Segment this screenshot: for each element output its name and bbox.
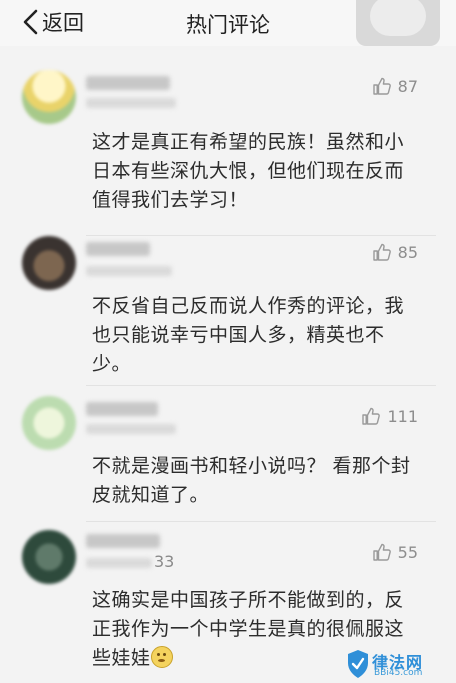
comment-list: 87 这才是真正有希望的民族！虽然和小日本有些深仇大恨，但他们现在反而值得我们去… <box>0 46 456 682</box>
like-count: 55 <box>397 542 418 562</box>
username[interactable] <box>86 534 160 548</box>
avatar[interactable] <box>22 396 76 450</box>
thumbs-up-icon <box>372 77 391 95</box>
avatar[interactable] <box>22 70 76 124</box>
comment-text: 不就是漫画书和轻小说吗？ 看那个封皮就知道了。 <box>92 455 411 506</box>
thumbs-up-icon <box>362 407 381 425</box>
thumbs-up-icon <box>372 543 391 561</box>
shield-icon <box>348 650 368 678</box>
like-count: 111 <box>387 406 418 426</box>
like-button[interactable]: 87 <box>372 76 418 96</box>
like-button[interactable]: 111 <box>361 406 418 426</box>
navigation-bar: 返回 热门评论 <box>0 0 456 46</box>
user-meta-number: 33 <box>154 552 175 571</box>
user-meta <box>86 266 172 276</box>
like-button[interactable]: 85 <box>372 242 418 262</box>
user-meta <box>86 424 176 434</box>
watermark: 律法网 BBi45.com <box>346 647 450 683</box>
like-count: 87 <box>397 76 418 96</box>
corner-tile[interactable] <box>356 0 440 46</box>
user-meta <box>86 98 176 108</box>
smiley-emoji-icon <box>150 646 173 668</box>
comments-screen: 往期 返回 热门评论 87 这才是真正有希望的民族！虽然和小日本有些深仇大恨，但… <box>0 0 456 683</box>
thumbs-up-icon <box>372 243 391 261</box>
username[interactable] <box>86 402 158 416</box>
avatar[interactable] <box>22 236 76 290</box>
comment-item: 87 这才是真正有希望的民族！虽然和小日本有些深仇大恨，但他们现在反而值得我们去… <box>0 46 456 236</box>
like-count: 85 <box>397 242 418 262</box>
comment-text: 不反省自己反而说人作秀的评论，我也只能说幸亏中国人多，精英也不少。 <box>92 295 405 375</box>
watermark-url: BBi45.com <box>374 668 423 678</box>
username[interactable] <box>86 242 150 256</box>
user-meta <box>86 558 152 568</box>
comment-item: 111 不就是漫画书和轻小说吗？ 看那个封皮就知道了。 <box>0 386 456 522</box>
comment-text: 这才是真正有希望的民族！虽然和小日本有些深仇大恨，但他们现在反而值得我们去学习！ <box>92 131 405 211</box>
avatar[interactable] <box>22 530 76 584</box>
comment-item: 85 不反省自己反而说人作秀的评论，我也只能说幸亏中国人多，精英也不少。 <box>0 236 456 386</box>
like-button[interactable]: 55 <box>372 542 418 562</box>
username[interactable] <box>86 76 170 90</box>
